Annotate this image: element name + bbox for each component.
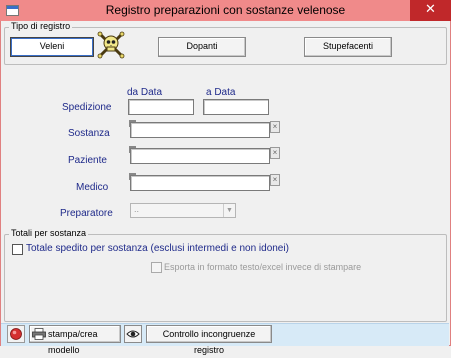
medico-field[interactable] [130, 175, 270, 191]
sostanza-field[interactable] [130, 122, 270, 138]
spedizione-label: Spedizione [62, 102, 112, 113]
totale-checkbox[interactable] [12, 244, 23, 255]
sostanza-clear-icon[interactable]: × [270, 121, 280, 133]
stampa-crea-modello-button[interactable]: stampa/crea modello [29, 325, 121, 355]
stampa-label: stampa/crea modello [48, 329, 98, 355]
window-title: Registro preparazioni con sostanze velen… [105, 3, 346, 17]
preparatore-select-value: .. [134, 204, 140, 214]
paziente-label: Paziente [68, 155, 107, 166]
close-button[interactable]: ✕ [410, 0, 451, 21]
medico-clear-icon[interactable]: × [270, 174, 280, 186]
preview-button[interactable] [124, 325, 142, 343]
controllo-incongruenze-button[interactable]: Controllo incongruenze registro [146, 325, 272, 355]
totali-legend: Totali per sostanza [9, 228, 89, 238]
totale-label: Totale spedito per sostanza (esclusi int… [26, 243, 289, 254]
exit-button[interactable] [7, 325, 25, 343]
eye-icon [126, 330, 140, 338]
esporta-checkbox[interactable] [151, 262, 162, 273]
preparatore-label: Preparatore [60, 208, 113, 219]
da-data-field[interactable] [128, 99, 194, 115]
da-data-label: da Data [127, 87, 163, 98]
dopanti-button[interactable]: Dopanti [158, 37, 246, 57]
printer-icon [32, 328, 46, 340]
esporta-label: Esporta in formato testo/excel invece di… [164, 262, 362, 272]
medico-label: Medico [76, 182, 109, 193]
chevron-down-icon[interactable]: ▼ [223, 204, 235, 217]
veleni-button[interactable]: Veleni [10, 37, 94, 57]
a-data-field[interactable] [203, 99, 269, 115]
tipo-registro-legend: Tipo di registro [9, 21, 73, 31]
exit-icon [10, 328, 22, 340]
stupefacenti-button[interactable]: Stupefacenti [304, 37, 392, 57]
paziente-clear-icon[interactable]: × [270, 147, 280, 159]
paziente-field[interactable] [130, 148, 270, 164]
a-data-label: a Data [206, 87, 236, 98]
sostanza-label: Sostanza [68, 128, 110, 139]
skull-crossbones-icon [97, 31, 125, 59]
preparatore-select[interactable]: .. ▼ [130, 203, 236, 218]
